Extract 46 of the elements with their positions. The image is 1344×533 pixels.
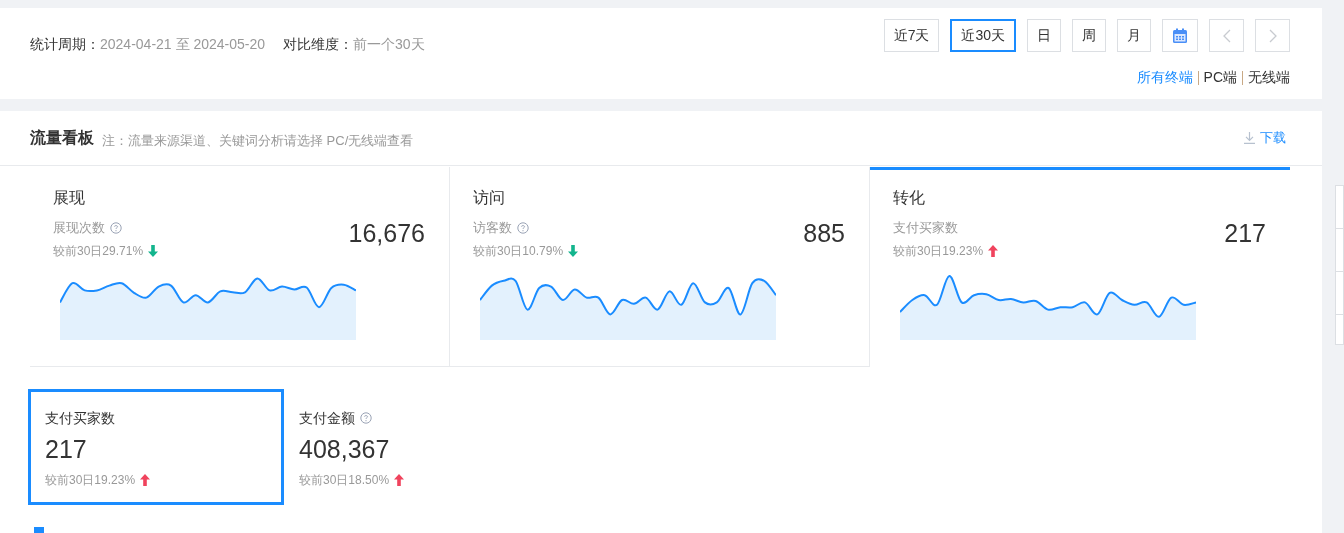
change-text: 较前30日10.79% (473, 243, 564, 260)
compare-value: 前一个30天 (353, 35, 425, 54)
metric-value: 885 (803, 218, 845, 248)
tab-title: 展现 (53, 188, 85, 208)
metric-value: 408,367 (299, 434, 390, 465)
range-button[interactable]: 周 (1072, 19, 1106, 52)
metric-value: 217 (45, 434, 87, 465)
help-icon[interactable] (110, 222, 122, 234)
period-label: 统计周期： (30, 35, 100, 54)
metric-card[interactable]: 支付金额 408,367 较前30日18.50% (296, 389, 552, 505)
help-icon[interactable] (360, 412, 372, 424)
metric-value: 16,676 (348, 218, 425, 248)
terminal-link[interactable]: 所有终端 (1136, 67, 1193, 88)
tab-title: 转化 (893, 188, 925, 208)
chevron-left-icon (1222, 28, 1231, 43)
range-button[interactable]: 日 (1027, 19, 1061, 52)
metric-tab[interactable]: 展现 展现次数 较前30日29.71% 16,676 (30, 167, 450, 367)
terminal-link[interactable]: PC端 (1203, 67, 1237, 88)
metric-label: 支付金额 (299, 408, 355, 428)
board-title: 流量看板 (30, 128, 94, 148)
calendar-icon (1172, 27, 1188, 44)
period-value: 2024-04-21 至 2024-05-20 (100, 35, 265, 54)
metric-label: 支付买家数 (893, 219, 958, 238)
terminal-link[interactable]: 无线端 (1248, 67, 1290, 88)
metric-value: 217 (1224, 218, 1266, 248)
change-text: 较前30日18.50% (299, 472, 390, 489)
range-button[interactable]: 近30天 (950, 19, 1016, 52)
metric-tab[interactable]: 访问 访客数 较前30日10.79% 885 (450, 167, 870, 367)
range-button[interactable]: 近7天 (883, 19, 940, 52)
change-text: 较前30日19.23% (893, 243, 984, 260)
download-link[interactable]: 下载 (1244, 128, 1286, 148)
change-text: 较前30日29.71% (53, 243, 144, 260)
tab-title: 访问 (473, 188, 505, 208)
board-note: 注：流量来源渠道、关键词分析请选择 PC/无线端查看 (102, 131, 414, 150)
metric-label: 访客数 (473, 219, 512, 238)
metric-label: 展现次数 (53, 219, 105, 238)
compare-label: 对比维度： (283, 35, 353, 54)
download-icon (1244, 132, 1255, 144)
legend-marker (34, 527, 44, 533)
range-button[interactable]: 月 (1117, 19, 1151, 52)
calendar-button[interactable] (1162, 19, 1198, 52)
help-icon[interactable] (517, 222, 529, 234)
chevron-right-icon (1268, 28, 1277, 43)
metric-label: 支付买家数 (45, 408, 115, 428)
change-text: 较前30日19.23% (45, 472, 136, 489)
metric-card[interactable]: 支付买家数 217 较前30日19.23% (28, 389, 284, 505)
